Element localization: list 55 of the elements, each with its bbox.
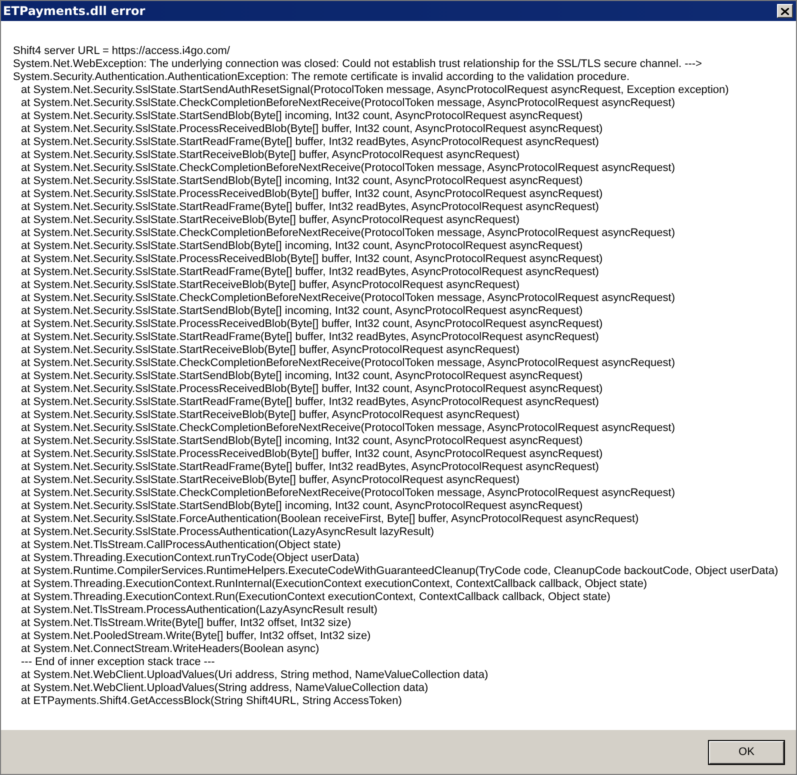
stack-trace-line: at System.Net.Security.SslState.StartSendBlob(Byte[] incoming, Int32 count, AsyncProtocolRequest asyncRequest) [20, 110, 584, 123]
stack-trace-line: at System.Net.Security.SslState.StartReadFrame(Byte[] buffer, Int32 readBytes, AsyncProtocolRequest asyncRequest) [20, 461, 600, 474]
error-message: Shift4 server URL = https://access.i4go.com/ [13, 45, 231, 58]
stack-trace-line: at System.Net.Security.SslState.StartSendBlob(Byte[] incoming, Int32 count, AsyncProtocolRequest asyncRequest) [20, 370, 584, 383]
stack-trace-line: at System.Net.Security.SslState.StartReceiveBlob(Byte[] buffer, AsyncProtocolRequest asyncRequest) [20, 149, 520, 162]
stack-trace-line: at System.Net.Security.SslState.StartReadFrame(Byte[] buffer, Int32 readBytes, AsyncProtocolRequest asyncRequest) [20, 266, 600, 279]
stack-trace-line: at System.Threading.ExecutionContext.runTryCode(Object userData) [20, 552, 360, 565]
ok-button[interactable]: OK [709, 740, 784, 764]
stack-trace-line: at System.Net.Security.SslState.CheckCompletionBeforeNextReceive(ProtocolToken message, AsyncProtocolRequest asyncRequest) [20, 357, 676, 370]
stack-trace-line: at System.Net.Security.SslState.StartSendBlob(Byte[] incoming, Int32 count, AsyncProtocolRequest asyncRequest) [20, 240, 584, 253]
stack-trace-line: at System.Net.Security.SslState.CheckCompletionBeforeNextReceive(ProtocolToken message, AsyncProtocolRequest asyncRequest) [20, 487, 676, 500]
stack-trace-line: at System.Net.Security.SslState.ProcessReceivedBlob(Byte[] buffer, Int32 count, AsyncProtocolRequest asyncRequest) [20, 318, 604, 331]
stack-trace-line: at System.Net.Security.SslState.StartSendBlob(Byte[] incoming, Int32 count, AsyncProtocolRequest asyncRequest) [20, 175, 584, 188]
stack-trace-line: at System.Net.Security.SslState.ProcessReceivedBlob(Byte[] buffer, Int32 count, AsyncProtocolRequest asyncRequest) [20, 253, 604, 266]
stack-trace-line: at System.Net.Security.SslState.StartReceiveBlob(Byte[] buffer, AsyncProtocolRequest asyncRequest) [20, 214, 520, 227]
stack-trace-line: at System.Net.Security.SslState.ProcessReceivedBlob(Byte[] buffer, Int32 count, AsyncProtocolRequest asyncRequest) [20, 448, 604, 461]
stack-trace-line: at System.Net.Security.SslState.StartReceiveBlob(Byte[] buffer, AsyncProtocolRequest asyncRequest) [20, 344, 520, 357]
stack-trace-line: at System.Net.Security.SslState.ForceAuthentication(Boolean receiveFirst, Byte[] buffer, AsyncProtocolRequest asyncRequest) [20, 513, 640, 526]
stack-trace-line: at System.Net.Security.SslState.CheckCompletionBeforeNextReceive(ProtocolToken message, AsyncProtocolRequest asyncRequest) [20, 292, 676, 305]
stack-trace-line: at System.Net.Security.SslState.StartReadFrame(Byte[] buffer, Int32 readBytes, AsyncProtocolRequest asyncRequest) [20, 331, 600, 344]
stack-trace-line: --- End of inner exception stack trace --- [20, 656, 216, 669]
stack-trace-line: at System.Net.Security.SslState.CheckCompletionBeforeNextReceive(ProtocolToken message, AsyncProtocolRequest asyncRequest) [20, 162, 676, 175]
stack-trace-line: at System.Net.Security.SslState.ProcessReceivedBlob(Byte[] buffer, Int32 count, AsyncProtocolRequest asyncRequest) [20, 383, 604, 396]
stack-trace-line: at System.Net.Security.SslState.StartSendAuthResetSignal(ProtocolToken message, AsyncProtocolRequest asyncRequest, Exception exception) [20, 84, 730, 97]
stack-trace-line: at System.Net.Security.SslState.StartSendBlob(Byte[] incoming, Int32 count, AsyncProtocolRequest asyncRequest) [20, 500, 584, 513]
stack-trace-line: at System.Runtime.CompilerServices.RuntimeHelpers.ExecuteCodeWithGuaranteedCleanup(TryCode code, CleanupCode backoutCode, Object userData) [20, 565, 780, 578]
close-icon [781, 8, 789, 14]
stack-trace-line: at System.Net.Security.SslState.StartReceiveBlob(Byte[] buffer, AsyncProtocolRequest asyncRequest) [20, 474, 520, 487]
stack-trace-line: at System.Net.Security.SslState.CheckCompletionBeforeNextReceive(ProtocolToken message, AsyncProtocolRequest asyncRequest) [20, 422, 676, 435]
stack-trace-line: at System.Net.Security.SslState.ProcessAuthentication(LazyAsyncResult lazyResult) [20, 526, 436, 539]
stack-trace-line: at System.Net.TlsStream.CallProcessAuthentication(Object state) [20, 539, 342, 552]
stack-trace-line: at System.Net.Security.SslState.StartReceiveBlob(Byte[] buffer, AsyncProtocolRequest asyncRequest) [20, 279, 520, 292]
stack-trace-line: at System.Net.TlsStream.Write(Byte[] buffer, Int32 offset, Int32 size) [20, 617, 352, 630]
stack-trace-line: at System.Net.TlsStream.ProcessAuthentication(LazyAsyncResult result) [20, 604, 378, 617]
stack-trace-line: at System.Net.PooledStream.Write(Byte[] buffer, Int32 offset, Int32 size) [20, 630, 372, 643]
stack-trace-line: at System.Net.Security.SslState.StartReadFrame(Byte[] buffer, Int32 readBytes, AsyncProtocolRequest asyncRequest) [20, 201, 600, 214]
close-button[interactable] [777, 4, 793, 18]
stack-trace-line: at System.Net.WebClient.UploadValues(Uri address, String method, NameValueCollection data) [20, 669, 490, 682]
stack-trace-line: at System.Net.Security.SslState.StartSendBlob(Byte[] incoming, Int32 count, AsyncProtocolRequest asyncRequest) [20, 435, 584, 448]
stack-trace-line: at System.Net.WebClient.UploadValues(String address, NameValueCollection data) [20, 682, 430, 695]
error-message: System.Net.WebException: The underlying connection was closed: Could not establish trust relationship for the SSL/TLS secure channel. ---> [13, 58, 703, 71]
stack-trace-line: at System.Net.Security.SslState.StartReceiveBlob(Byte[] buffer, AsyncProtocolRequest asyncRequest) [20, 409, 520, 422]
stack-trace-line: at System.Net.Security.SslState.StartSendBlob(Byte[] incoming, Int32 count, AsyncProtocolRequest asyncRequest) [20, 305, 584, 318]
window-title: ETPayments.dll error [3, 4, 146, 18]
stack-trace-line: at System.Net.Security.SslState.ProcessReceivedBlob(Byte[] buffer, Int32 count, AsyncProtocolRequest asyncRequest) [20, 188, 604, 201]
stack-trace-line: at System.Threading.ExecutionContext.Run(ExecutionContext executionContext, ContextCallback callback, Object state) [20, 591, 612, 604]
stack-trace-line: at ETPayments.Shift4.GetAccessBlock(String Shift4URL, String AccessToken) [20, 695, 403, 708]
stack-trace-line: at System.Net.Security.SslState.ProcessReceivedBlob(Byte[] buffer, Int32 count, AsyncProtocolRequest asyncRequest) [20, 123, 604, 136]
stack-trace-line: at System.Net.Security.SslState.StartReadFrame(Byte[] buffer, Int32 readBytes, AsyncProtocolRequest asyncRequest) [20, 396, 600, 409]
stack-trace-line: at System.Net.Security.SslState.StartReadFrame(Byte[] buffer, Int32 readBytes, AsyncProtocolRequest asyncRequest) [20, 136, 600, 149]
stack-trace-line: at System.Net.ConnectStream.WriteHeaders(Boolean async) [20, 643, 320, 656]
stack-trace-line: at System.Net.Security.SslState.CheckCompletionBeforeNextReceive(ProtocolToken message, AsyncProtocolRequest asyncRequest) [20, 97, 676, 110]
stack-trace-line: at System.Threading.ExecutionContext.RunInternal(ExecutionContext executionContext, ContextCallback callback, Object state) [20, 578, 648, 591]
stack-trace-line: at System.Net.Security.SslState.CheckCompletionBeforeNextReceive(ProtocolToken message, AsyncProtocolRequest asyncRequest) [20, 227, 676, 240]
error-message: System.Security.Authentication.AuthenticationException: The remote certificate is invalid according to the validation procedure. [13, 71, 631, 84]
